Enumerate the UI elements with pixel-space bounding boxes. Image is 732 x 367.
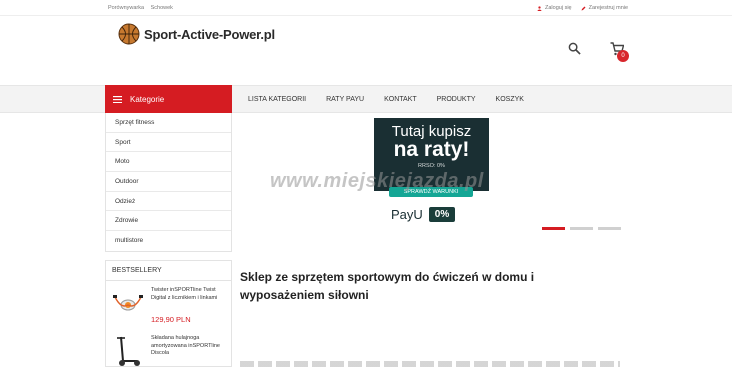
category-item[interactable]: multistore (106, 231, 231, 251)
slider-dots (542, 227, 621, 230)
product-name[interactable]: Twister inSPORTline Twist Digital z licz… (151, 287, 227, 302)
scooter-product-image (117, 336, 140, 366)
pencil-icon (581, 6, 586, 10)
product-price: 129,90 PLN (151, 315, 191, 324)
product-name[interactable]: Składana hulajnoga amortyzowana inSPORTl… (151, 335, 227, 358)
product-item[interactable]: Twister inSPORTline Twist Digital z licz… (106, 281, 231, 329)
nav-item-products[interactable]: PRODUKTY (437, 96, 476, 103)
user-icon (537, 5, 542, 11)
product-item[interactable]: Składana hulajnoga amortyzowana inSPORTl… (106, 329, 231, 366)
watermark: www.miejskiejazda.pl (270, 170, 484, 192)
bestsellers-title: BESTSELLERY (106, 261, 231, 281)
register-label: Zarejestruj mnie (588, 5, 629, 11)
hamburger-icon (113, 95, 122, 103)
categories-label: Kategorie (130, 94, 165, 104)
nav-item-category-list[interactable]: LISTA KATEGORII (248, 96, 306, 103)
twister-product-image (113, 295, 143, 311)
payu-promo: PayU 0% (391, 207, 456, 222)
banner-line2: na raty! (393, 138, 470, 161)
login-label: Zaloguj się (545, 5, 572, 11)
basketball-icon (118, 23, 140, 45)
nav-item-contact[interactable]: KONTAKT (384, 96, 417, 103)
cart-count-badge: 0 (617, 50, 629, 62)
login-link[interactable]: Zaloguj się (537, 5, 572, 11)
percent-badge: 0% (428, 207, 456, 222)
top-bar: Porównywarka Schowek Zaloguj się Zarejes… (0, 0, 732, 15)
top-links: Porównywarka Schowek (108, 5, 178, 11)
compare-link[interactable]: Porównywarka (108, 5, 144, 11)
description-text-partial (240, 361, 620, 367)
banner-rrso: RRSO: 0% (418, 163, 445, 169)
nav-item-cart[interactable]: KOSZYK (496, 96, 524, 103)
nav-item-payu[interactable]: RATY PAYU (326, 96, 364, 103)
bestsellers-box: BESTSELLERY Twister inSPORTline Twist Di… (105, 260, 232, 367)
search-icon[interactable] (568, 42, 581, 55)
account-links: Zaloguj się Zarejestruj mnie (537, 5, 628, 11)
categories-button[interactable]: Kategorie (105, 85, 232, 113)
category-item[interactable]: Sprzęt fitness (106, 113, 231, 133)
category-item[interactable]: Sport (106, 133, 231, 153)
page-heading: Sklep ze sprzętem sportowym do ćwiczeń w… (240, 270, 535, 302)
category-item[interactable]: Moto (106, 152, 231, 173)
register-link[interactable]: Zarejestruj mnie (581, 5, 628, 11)
slider-dot[interactable] (570, 227, 593, 230)
slider-dot[interactable] (598, 227, 621, 230)
category-item[interactable]: Zdrowie (106, 211, 231, 232)
payu-logo: PayU (391, 207, 423, 222)
category-item[interactable]: Odzież (106, 192, 231, 212)
category-list: Sprzęt fitness Sport Moto Outdoor Odzież… (105, 113, 232, 252)
wishlist-link[interactable]: Schowek (151, 5, 173, 11)
logo-text: Sport-Active-Power.pl (144, 26, 275, 42)
logo[interactable]: Sport-Active-Power.pl (118, 23, 275, 45)
slider-dot[interactable] (542, 227, 565, 230)
category-item[interactable]: Outdoor (106, 172, 231, 192)
nav-links: LISTA KATEGORII RATY PAYU KONTAKT PRODUK… (248, 85, 524, 113)
